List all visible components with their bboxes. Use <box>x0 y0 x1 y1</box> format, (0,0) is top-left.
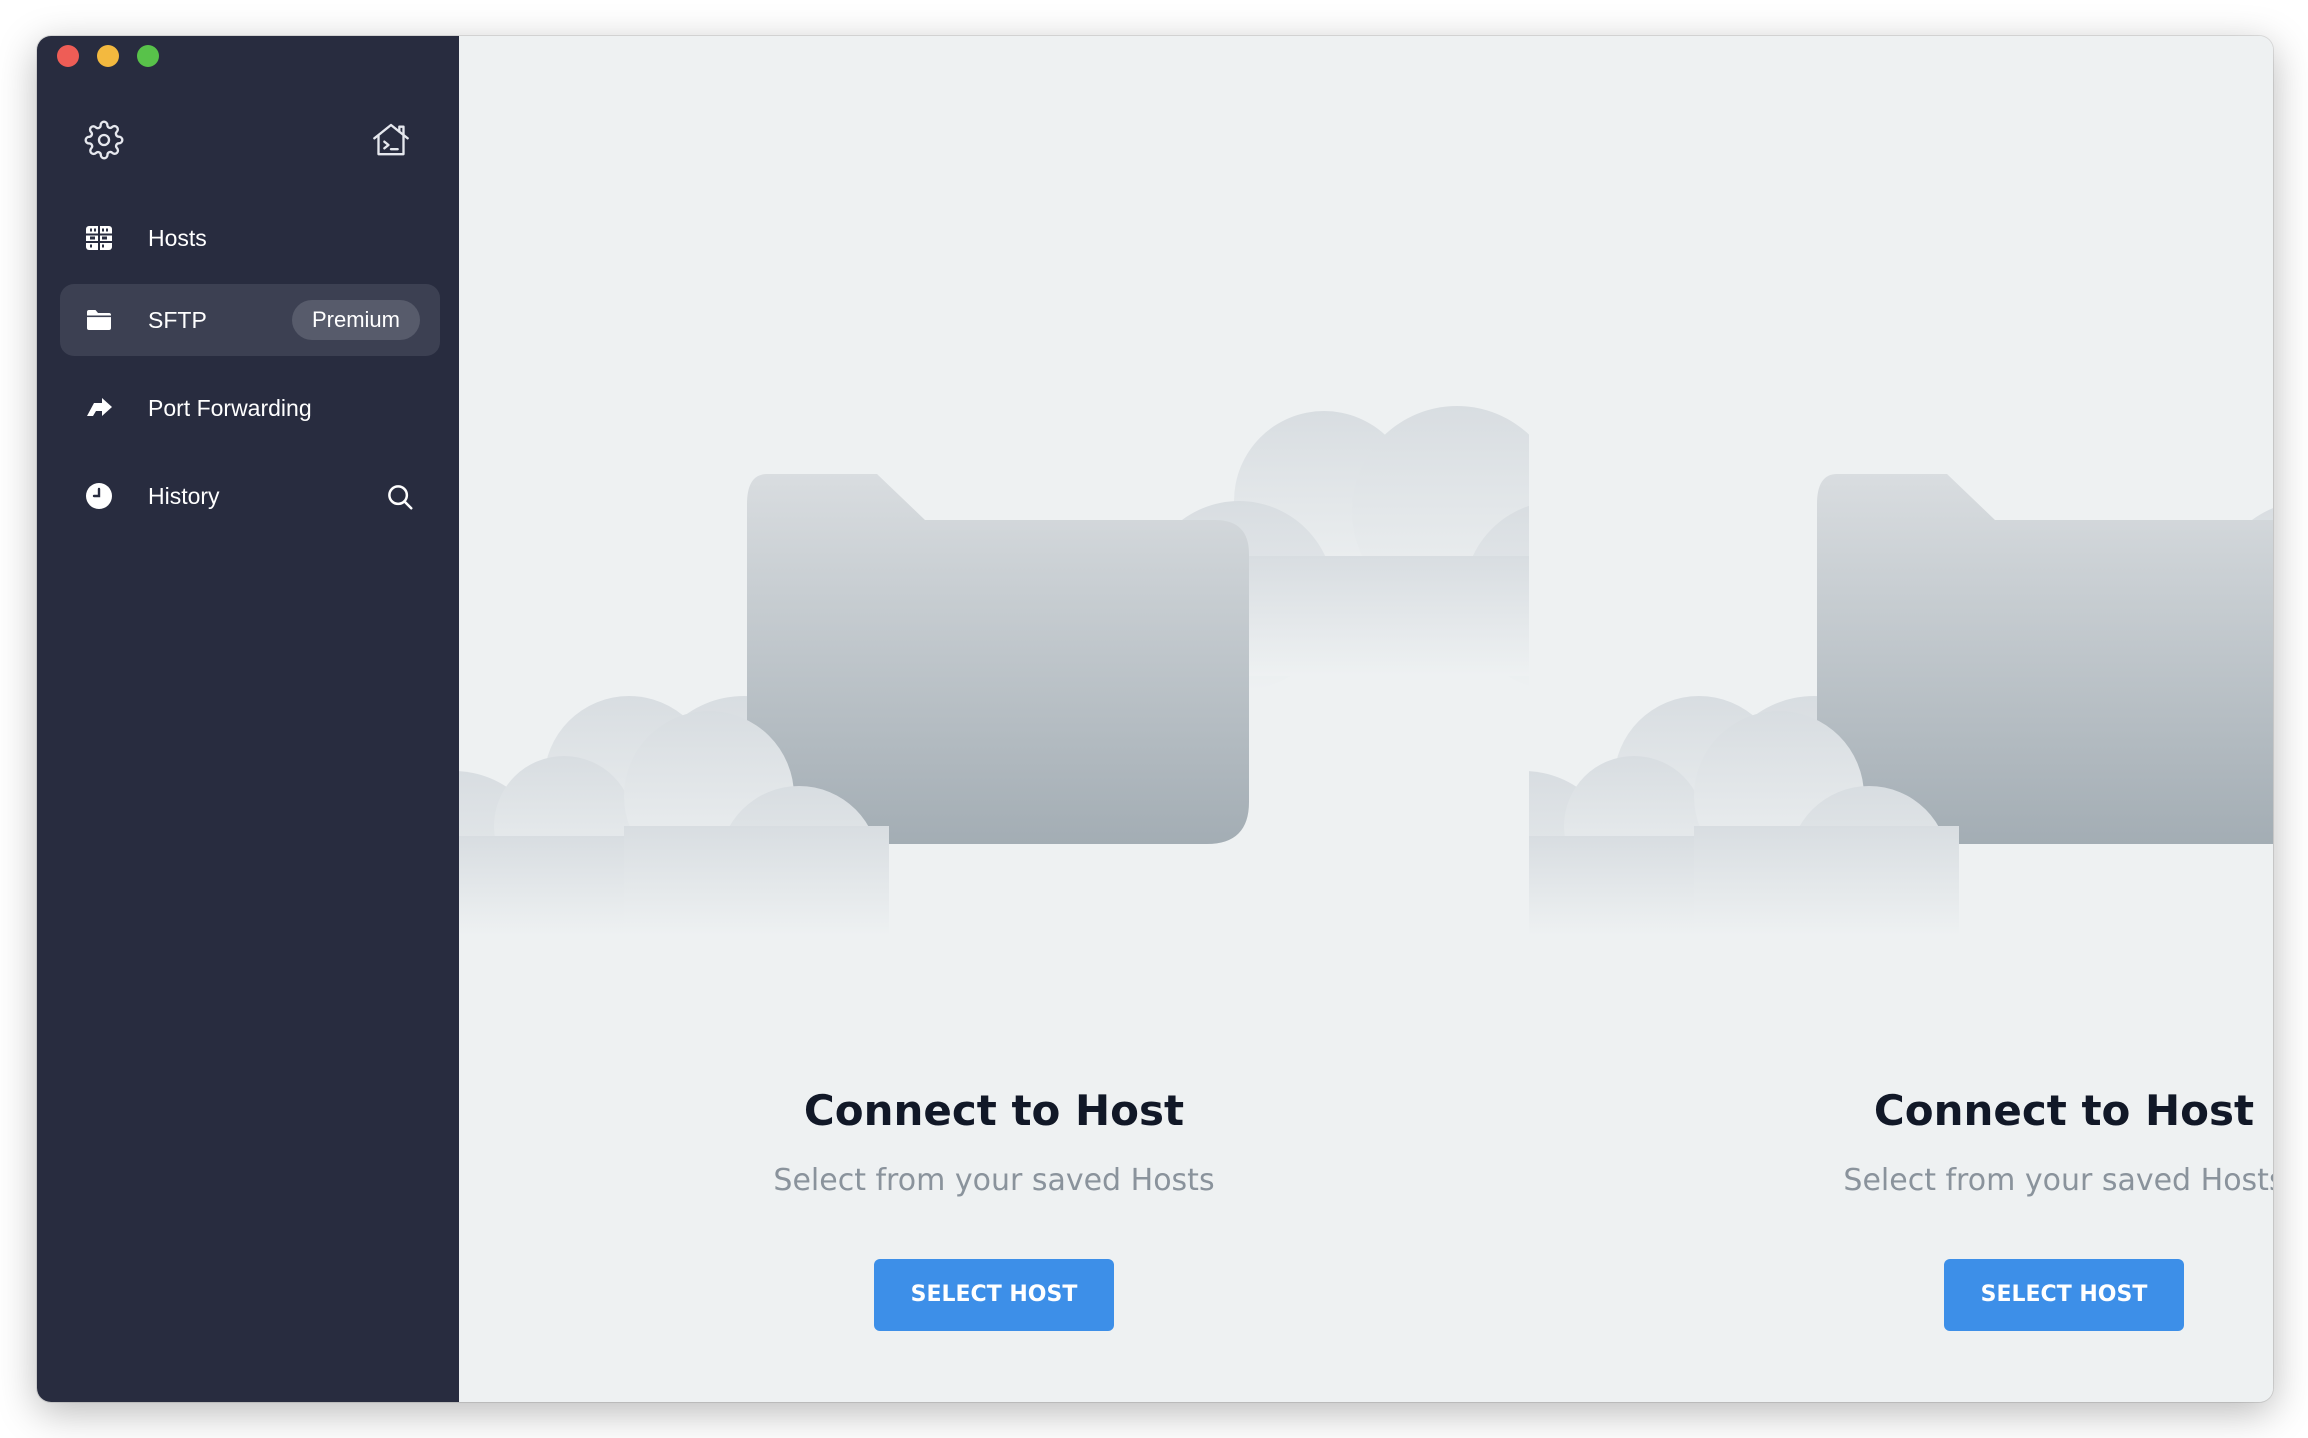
sidebar-item-hosts[interactable]: Hosts <box>60 202 440 274</box>
folder-clouds-illustration <box>459 406 1529 936</box>
sidebar-item-sftp[interactable]: SFTP Premium <box>60 284 440 356</box>
clock-icon <box>86 483 112 509</box>
select-host-button[interactable]: SELECT HOST <box>874 1259 1114 1331</box>
connect-title: Connect to Host <box>1873 1086 2255 1135</box>
sidebar-item-label: SFTP <box>148 307 207 333</box>
sidebar-item-history[interactable]: History <box>60 460 440 532</box>
search-icon[interactable] <box>385 482 415 512</box>
premium-badge: Premium <box>291 300 420 340</box>
folder-icon <box>87 310 111 330</box>
minimize-window-button[interactable] <box>97 45 119 67</box>
sftp-panel-left: Connect to Host Select from your saved H… <box>459 36 1529 1402</box>
select-host-button[interactable]: SELECT HOST <box>1944 1259 2184 1331</box>
port-forwarding-icon <box>87 398 112 416</box>
server-grid-icon <box>86 226 112 250</box>
folder-clouds-illustration <box>1529 474 2273 936</box>
app-window: Hosts SFTP Premium Port Forwarding Histo… <box>37 36 2273 1402</box>
connect-title: Connect to Host <box>803 1086 1185 1135</box>
gear-icon[interactable] <box>84 120 124 160</box>
sftp-panel-right: Connect to Host Select from your saved H… <box>1529 36 2273 1402</box>
sidebar-item-label: History <box>148 483 220 509</box>
sidebar-item-label: Hosts <box>148 225 207 251</box>
connect-subtitle: Select from your saved Hosts <box>1843 1163 2273 1198</box>
sidebar-item-label: Port Forwarding <box>148 395 312 421</box>
sidebar: Hosts SFTP Premium Port Forwarding Histo… <box>37 36 459 1402</box>
sidebar-item-port-forwarding[interactable]: Port Forwarding <box>60 372 440 444</box>
maximize-window-button[interactable] <box>137 45 159 67</box>
main-content: Connect to Host Select from your saved H… <box>459 36 2273 1402</box>
connect-subtitle: Select from your saved Hosts <box>773 1163 1215 1198</box>
close-window-button[interactable] <box>57 45 79 67</box>
terminal-home-icon[interactable] <box>371 120 411 160</box>
